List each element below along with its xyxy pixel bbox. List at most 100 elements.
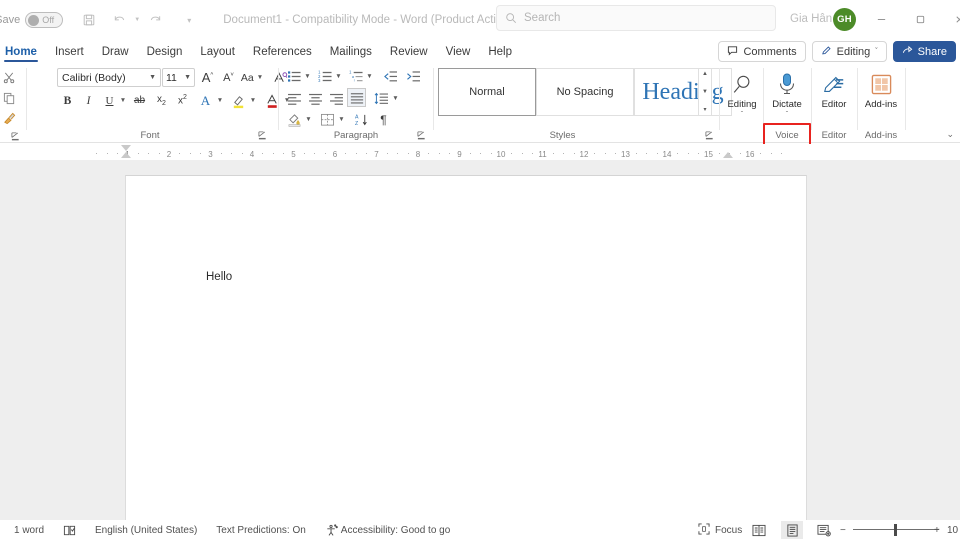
document-page[interactable]: Hello xyxy=(125,175,807,540)
paragraph-dialog-launcher[interactable] xyxy=(417,131,427,141)
search-input[interactable]: Search xyxy=(496,5,776,31)
scissors-icon[interactable] xyxy=(0,68,19,87)
comments-button[interactable]: Comments xyxy=(718,41,806,62)
redo-icon[interactable] xyxy=(143,8,167,32)
zoom-slider-handle[interactable] xyxy=(894,524,897,536)
show-formatting-marks-button[interactable]: ¶ xyxy=(374,110,393,129)
ruler[interactable]: 1 2 3 4 5 6 7 8 9 10 11 12 13 14 15 16 xyxy=(0,144,960,160)
accessibility-status[interactable]: Accessibility: Good to go xyxy=(341,525,451,536)
zoom-out-button[interactable]: − xyxy=(840,525,846,536)
left-indent-marker[interactable] xyxy=(121,152,131,158)
text-highlight-color-icon[interactable] xyxy=(229,91,248,110)
tab-references[interactable]: References xyxy=(244,40,321,63)
font-size-combobox[interactable]: 11 ▼ xyxy=(162,68,195,87)
read-mode-icon[interactable] xyxy=(748,521,770,539)
align-center-icon[interactable] xyxy=(306,89,325,108)
tab-layout[interactable]: Layout xyxy=(191,40,244,63)
user-name[interactable]: Gia Hân xyxy=(790,13,832,25)
document-canvas[interactable]: Hello xyxy=(0,160,960,540)
undo-icon[interactable] xyxy=(107,8,131,32)
line-spacing-dropdown-icon[interactable]: ▼ xyxy=(390,89,401,108)
bold-button[interactable]: B xyxy=(58,91,77,110)
subscript-button[interactable]: x2 xyxy=(152,91,171,110)
collapse-ribbon-caret[interactable]: ⌄ xyxy=(946,129,954,140)
editing-mode-button[interactable]: Editing ˇ xyxy=(811,41,887,62)
tab-view[interactable]: View xyxy=(437,40,480,63)
print-layout-icon[interactable] xyxy=(781,521,803,539)
zoom-in-button[interactable]: + xyxy=(934,525,940,536)
increase-indent-icon[interactable] xyxy=(404,67,423,86)
minimize-button[interactable] xyxy=(866,8,896,31)
zoom-slider[interactable] xyxy=(853,523,939,537)
language-status[interactable]: English (United States) xyxy=(95,525,197,536)
editing-button[interactable]: Editing ˇ xyxy=(719,66,765,128)
scroll-down-icon[interactable]: ▼ xyxy=(702,89,708,95)
sort-icon[interactable]: A Z xyxy=(352,110,371,129)
shrink-font-icon[interactable]: A˅ xyxy=(219,68,238,87)
customize-quick-access-toolbar-icon[interactable]: ▾ xyxy=(177,8,201,32)
tab-home[interactable]: Home xyxy=(0,40,46,63)
font-name-value: Calibri (Body) xyxy=(62,71,126,84)
align-right-icon[interactable] xyxy=(327,89,346,108)
font-name-combobox[interactable]: Calibri (Body) ▼ xyxy=(57,68,161,87)
multilevel-dropdown-icon[interactable]: ▼ xyxy=(364,67,375,86)
save-icon[interactable] xyxy=(77,8,101,32)
style-no-spacing[interactable]: No Spacing xyxy=(536,68,634,116)
bullets-dropdown-icon[interactable]: ▼ xyxy=(302,67,313,86)
close-button[interactable] xyxy=(944,8,960,31)
strikethrough-button[interactable]: ab xyxy=(130,91,149,110)
superscript-button[interactable]: x2 xyxy=(173,91,192,110)
highlight-dropdown-icon[interactable]: ▼ xyxy=(247,91,259,110)
document-body-text[interactable]: Hello xyxy=(206,271,232,283)
style-normal[interactable]: Normal xyxy=(438,68,536,116)
focus-mode-button[interactable]: Focus xyxy=(698,522,742,538)
change-case-button[interactable]: Aa ▼ xyxy=(239,68,265,87)
text-effects-icon[interactable]: A xyxy=(196,91,215,110)
share-button[interactable]: Share xyxy=(892,41,956,62)
autosave-toggle[interactable]: toSave Off xyxy=(0,12,64,28)
italic-button[interactable]: I xyxy=(79,91,98,110)
zoom-level[interactable]: 10 xyxy=(947,525,958,536)
scroll-up-icon[interactable]: ▲ xyxy=(702,71,708,77)
restore-button[interactable] xyxy=(905,8,935,31)
avatar[interactable]: GH xyxy=(833,8,856,31)
undo-dropdown-icon[interactable]: ▼ xyxy=(131,8,143,32)
autosave-switch[interactable]: Off xyxy=(25,12,64,28)
styles-gallery-scroll[interactable]: ▲ ▼ ▾ xyxy=(698,68,712,116)
text-predictions-status[interactable]: Text Predictions: On xyxy=(216,525,305,536)
tab-mailings[interactable]: Mailings xyxy=(321,40,381,63)
font-dialog-launcher[interactable] xyxy=(258,131,268,141)
numbering-dropdown-icon[interactable]: ▼ xyxy=(333,67,344,86)
borders-dropdown-icon[interactable]: ▼ xyxy=(336,110,347,129)
styles-more-icon[interactable]: ▾ xyxy=(703,106,706,113)
proofing-errors-icon[interactable] xyxy=(63,524,76,537)
shading-dropdown-icon[interactable]: ▼ xyxy=(303,110,314,129)
tab-help[interactable]: Help xyxy=(479,40,521,63)
editor-button[interactable]: Editor xyxy=(811,66,857,128)
style-heading[interactable]: Heading xyxy=(634,68,732,116)
clipboard-dialog-launcher[interactable] xyxy=(11,132,21,142)
text-effects-dropdown-icon[interactable]: ▼ xyxy=(214,91,226,110)
borders-icon[interactable] xyxy=(318,110,337,129)
styles-dialog-launcher[interactable] xyxy=(705,131,715,141)
copy-icon[interactable] xyxy=(0,89,19,108)
accessibility-icon[interactable] xyxy=(325,523,338,537)
word-count[interactable]: 1 word xyxy=(14,525,44,536)
shading-icon[interactable] xyxy=(285,110,304,129)
underline-dropdown-icon[interactable]: ▼ xyxy=(117,91,129,110)
tab-insert[interactable]: Insert xyxy=(46,40,93,63)
web-layout-icon[interactable] xyxy=(813,521,835,539)
tab-review[interactable]: Review xyxy=(381,40,437,63)
decrease-indent-icon[interactable] xyxy=(381,67,400,86)
add-ins-button[interactable]: Add-ins xyxy=(858,66,904,128)
tab-draw[interactable]: Draw xyxy=(93,40,138,63)
dictate-button[interactable]: Dictate ˇ xyxy=(764,66,810,128)
format-painter-icon[interactable] xyxy=(0,109,19,128)
justify-icon[interactable] xyxy=(347,88,366,107)
right-indent-marker[interactable] xyxy=(723,152,733,158)
align-left-icon[interactable] xyxy=(285,89,304,108)
tab-design[interactable]: Design xyxy=(138,40,192,63)
first-line-indent-marker[interactable] xyxy=(121,145,131,151)
line-spacing-icon[interactable] xyxy=(372,89,391,108)
grow-font-icon[interactable]: A^ xyxy=(198,68,217,87)
